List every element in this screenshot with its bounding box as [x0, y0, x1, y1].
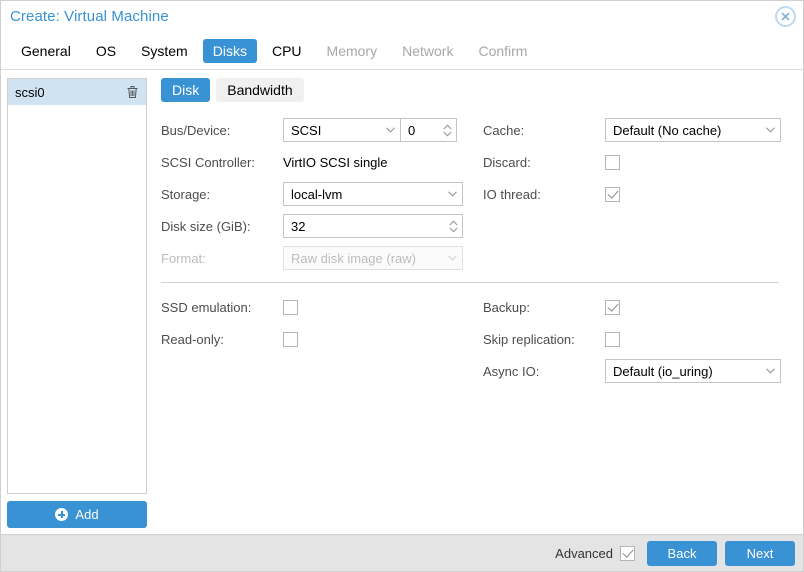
device-number-stepper[interactable]: 0 — [401, 118, 457, 142]
field-ssd-emulation: SSD emulation: — [161, 291, 483, 323]
field-io-thread: IO thread: — [483, 178, 781, 210]
settings-columns: Bus/Device: SCSI 0 SCSI Controller: Virt… — [161, 114, 791, 274]
format-label: Format: — [161, 250, 206, 266]
tab-cpu[interactable]: CPU — [262, 39, 312, 63]
next-button[interactable]: Next — [725, 540, 795, 566]
field-read-only: Read-only: — [161, 323, 483, 355]
disk-item-label: scsi0 — [15, 84, 45, 100]
skip-replication-checkbox[interactable] — [605, 331, 620, 347]
cache-label: Cache: — [483, 122, 525, 138]
format-select: Raw disk image (raw) — [283, 246, 463, 270]
io-thread-label: IO thread: — [483, 186, 541, 202]
advanced-toggle[interactable]: Advanced — [555, 545, 635, 561]
field-cache: Cache: Default (No cache) — [483, 114, 781, 146]
disk-size-stepper[interactable]: 32 — [283, 214, 463, 238]
section-divider — [161, 282, 779, 283]
tab-os[interactable]: OS — [86, 39, 126, 63]
back-button[interactable]: Back — [647, 540, 717, 566]
wizard-body: scsi0 Add Disk Bandwidth Bus/Device: SCS… — [1, 70, 803, 534]
wizard-footer: Advanced Back Next — [1, 534, 803, 571]
backup-label: Backup: — [483, 299, 530, 315]
discard-checkbox[interactable] — [605, 154, 620, 170]
async-io-select[interactable]: Default (io_uring) — [605, 359, 781, 383]
chevron-down-icon — [760, 127, 780, 133]
disk-size-label: Disk size (GiB): — [161, 218, 251, 234]
read-only-label: Read-only: — [161, 331, 224, 347]
storage-select[interactable]: local-lvm — [283, 182, 463, 206]
chevron-down-icon — [380, 127, 400, 133]
format-select-value: Raw disk image (raw) — [291, 250, 416, 266]
storage-select-value: local-lvm — [291, 186, 343, 202]
discard-label: Discard: — [483, 154, 531, 170]
async-io-label: Async IO: — [483, 363, 540, 379]
tab-confirm: Confirm — [478, 42, 528, 59]
list-item[interactable]: scsi0 — [8, 79, 146, 105]
disk-settings-pane: Disk Bandwidth Bus/Device: SCSI 0 SCSI C… — [153, 70, 803, 534]
field-backup: Backup: — [483, 291, 781, 323]
window-title: Create: Virtual Machine — [10, 8, 169, 25]
advanced-column-right: Backup: Skip replication: Async IO: Defa… — [483, 291, 781, 387]
field-skip-replication: Skip replication: — [483, 323, 781, 355]
ssd-emulation-label: SSD emulation: — [161, 299, 252, 315]
field-disk-size: Disk size (GiB): 32 — [161, 210, 483, 242]
wizard-tabbar: General OS System Disks CPU Memory Netwo… — [1, 32, 803, 70]
settings-column-right: Cache: Default (No cache) Discard: IO th… — [483, 114, 781, 210]
disk-size-value: 32 — [291, 218, 306, 234]
read-only-checkbox[interactable] — [283, 331, 298, 347]
disk-subtabs: Disk Bandwidth — [161, 78, 791, 102]
advanced-label: Advanced — [555, 545, 613, 561]
field-discard: Discard: — [483, 146, 781, 178]
add-disk-button[interactable]: Add — [7, 501, 147, 528]
storage-label: Storage: — [161, 186, 211, 202]
disk-list: scsi0 — [7, 78, 147, 494]
scsi-controller-label: SCSI Controller: — [161, 154, 255, 170]
spinner-arrows-icon[interactable] — [438, 124, 456, 137]
field-async-io: Async IO: Default (io_uring) — [483, 355, 781, 387]
plus-circle-icon — [55, 508, 69, 521]
chevron-down-icon — [442, 191, 462, 197]
window-titlebar: Create: Virtual Machine — [1, 1, 803, 32]
add-disk-label: Add — [75, 507, 99, 522]
subtab-bandwidth[interactable]: Bandwidth — [216, 78, 304, 102]
io-thread-checkbox[interactable] — [605, 186, 620, 202]
tab-system[interactable]: System — [131, 39, 198, 63]
tab-network: Network — [402, 42, 454, 59]
disk-sidebar: scsi0 Add — [1, 70, 153, 534]
settings-column-left: Bus/Device: SCSI 0 SCSI Controller: Virt… — [161, 114, 483, 274]
backup-checkbox[interactable] — [605, 299, 620, 315]
tab-memory: Memory — [326, 42, 378, 59]
field-scsi-controller: SCSI Controller: VirtIO SCSI single — [161, 146, 483, 178]
cache-select-value: Default (No cache) — [613, 122, 722, 138]
ssd-emulation-checkbox[interactable] — [283, 299, 298, 315]
subtab-disk[interactable]: Disk — [161, 78, 211, 102]
spinner-arrows-icon[interactable] — [444, 220, 462, 233]
field-storage: Storage: local-lvm — [161, 178, 483, 210]
tab-disks[interactable]: Disks — [202, 38, 257, 63]
scsi-controller-value: VirtIO SCSI single — [283, 154, 388, 170]
skip-replication-label: Skip replication: — [483, 331, 575, 347]
advanced-checkbox[interactable] — [620, 545, 635, 561]
chevron-down-icon — [442, 255, 462, 261]
bus-select-value: SCSI — [291, 122, 322, 138]
close-icon[interactable] — [775, 6, 796, 27]
create-vm-wizard: Create: Virtual Machine General OS Syste… — [0, 0, 804, 572]
settings-columns-advanced: SSD emulation: Read-only: Backup: Skip r — [161, 291, 791, 387]
bus-select[interactable]: SCSI — [283, 118, 401, 142]
chevron-down-icon — [760, 368, 780, 374]
bus-device-label: Bus/Device: — [161, 122, 231, 138]
cache-select[interactable]: Default (No cache) — [605, 118, 781, 142]
field-format: Format: Raw disk image (raw) — [161, 242, 483, 274]
device-number-value: 0 — [408, 122, 416, 138]
advanced-column-left: SSD emulation: Read-only: — [161, 291, 483, 355]
tab-general[interactable]: General — [11, 39, 81, 63]
trash-icon[interactable] — [126, 85, 139, 99]
field-bus-device: Bus/Device: SCSI 0 — [161, 114, 483, 146]
async-io-select-value: Default (io_uring) — [613, 363, 713, 379]
